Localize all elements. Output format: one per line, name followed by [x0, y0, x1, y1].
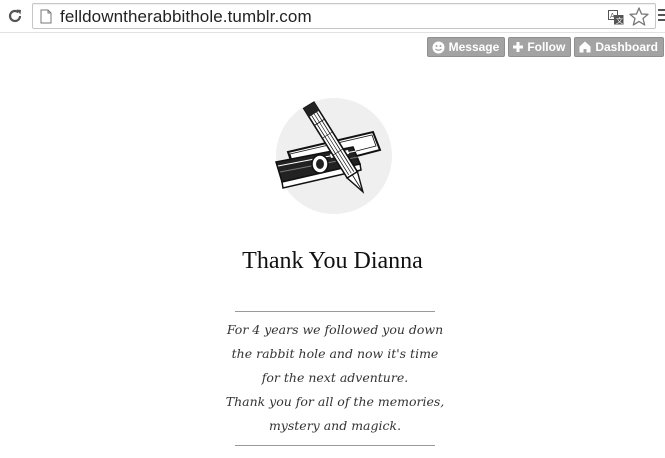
follow-button[interactable]: Follow — [508, 37, 572, 57]
description-line: Thank you for all of the memories, — [225, 394, 445, 409]
url-text[interactable]: felldowntherabbithole.tumblr.com — [60, 7, 312, 27]
message-icon — [432, 41, 445, 53]
divider-top — [235, 311, 435, 312]
svg-text:文: 文 — [616, 16, 623, 25]
dashboard-label: Dashboard — [595, 40, 658, 54]
svg-text:A: A — [610, 13, 615, 20]
follow-label: Follow — [527, 40, 566, 54]
address-bar[interactable]: felldowntherabbithole.tumblr.com A 文 — [32, 3, 656, 29]
description-line: the rabbit hole and now it's time — [231, 346, 439, 361]
plus-icon — [513, 42, 524, 52]
description-line: for the next adventure. — [261, 370, 409, 385]
translate-icon[interactable]: A 文 — [608, 10, 624, 30]
reload-icon[interactable] — [4, 5, 26, 27]
description-line: For 4 years we followed you down — [226, 322, 444, 337]
description-line: mystery and magick. — [268, 418, 402, 433]
dashboard-button[interactable]: Dashboard — [574, 37, 664, 57]
blog-title: Thank You Dianna — [242, 248, 423, 274]
message-label: Message — [448, 40, 500, 54]
blog-description: For 4 years we followed you down the rab… — [218, 318, 452, 438]
home-icon — [579, 41, 591, 53]
tumblr-controls: Message Follow Dashboard — [426, 37, 664, 57]
blog-avatar-pen-icon: INK — [268, 92, 398, 220]
browser-menu-icon[interactable] — [658, 9, 665, 23]
browser-toolbar: felldowntherabbithole.tumblr.com A 文 — [0, 0, 665, 33]
divider-bottom — [235, 445, 435, 446]
message-button[interactable]: Message — [426, 37, 506, 57]
bookmark-star-icon[interactable] — [629, 7, 649, 31]
page-icon — [40, 9, 52, 29]
